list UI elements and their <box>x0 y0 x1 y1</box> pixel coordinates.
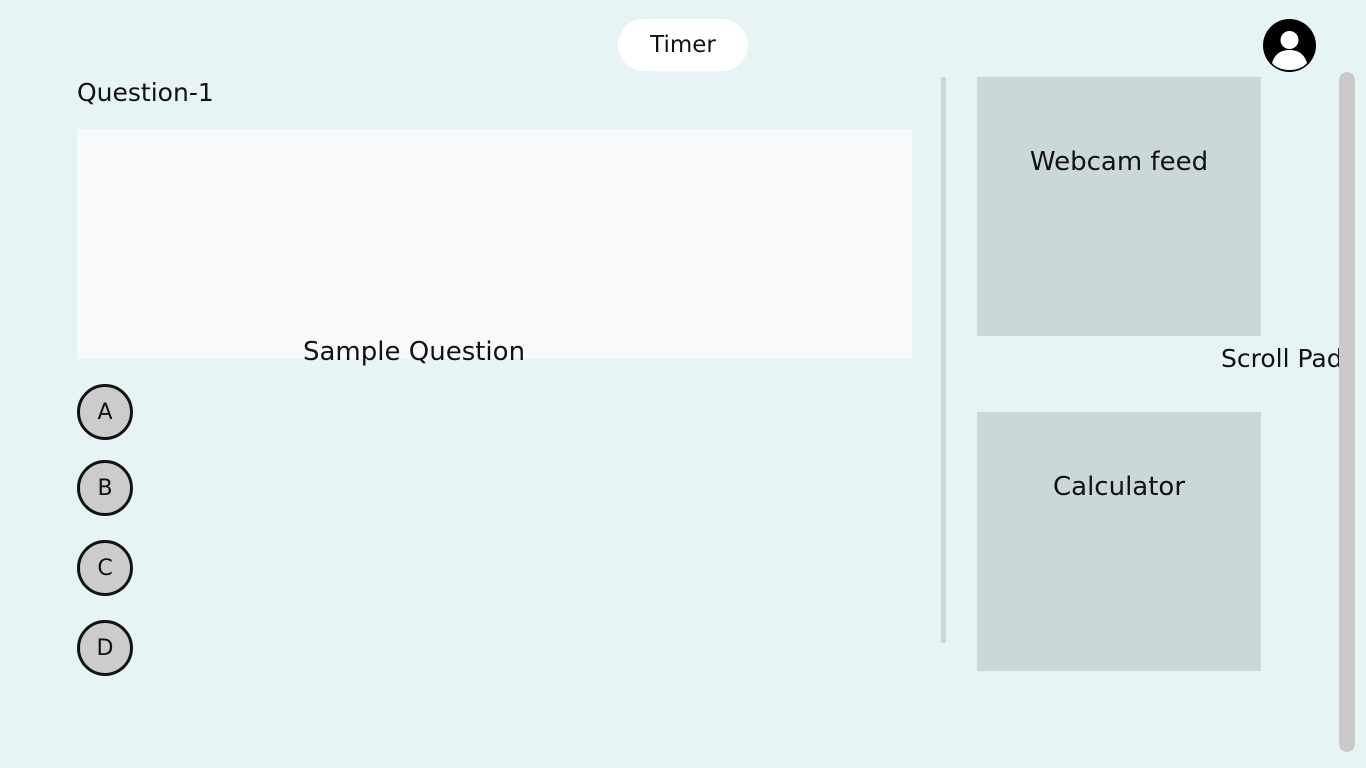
panel-divider <box>941 77 946 643</box>
option-b-button[interactable]: B <box>77 460 133 516</box>
calculator-panel[interactable]: Calculator <box>977 412 1261 671</box>
option-d-button[interactable]: D <box>77 620 133 676</box>
scroll-pad-label: Scroll Pad <box>1221 344 1343 373</box>
user-avatar-icon[interactable] <box>1263 19 1316 72</box>
option-a-button[interactable]: A <box>77 384 133 440</box>
timer-display: Timer <box>618 19 748 71</box>
timer-label: Timer <box>650 32 716 58</box>
option-a-label: A <box>97 399 113 425</box>
option-b-label: B <box>97 475 113 501</box>
question-heading: Question-1 <box>77 78 214 107</box>
calculator-label: Calculator <box>1052 472 1186 502</box>
question-box: Sample Question <box>77 129 912 367</box>
question-text: Sample Question <box>303 337 526 367</box>
webcam-feed-label: Webcam feed <box>1029 147 1209 177</box>
webcam-feed-panel: Webcam feed <box>977 77 1261 336</box>
option-d-label: D <box>96 635 114 661</box>
scroll-pad-bar[interactable] <box>1339 72 1355 752</box>
option-c-button[interactable]: C <box>77 540 133 596</box>
option-c-label: C <box>97 555 113 581</box>
